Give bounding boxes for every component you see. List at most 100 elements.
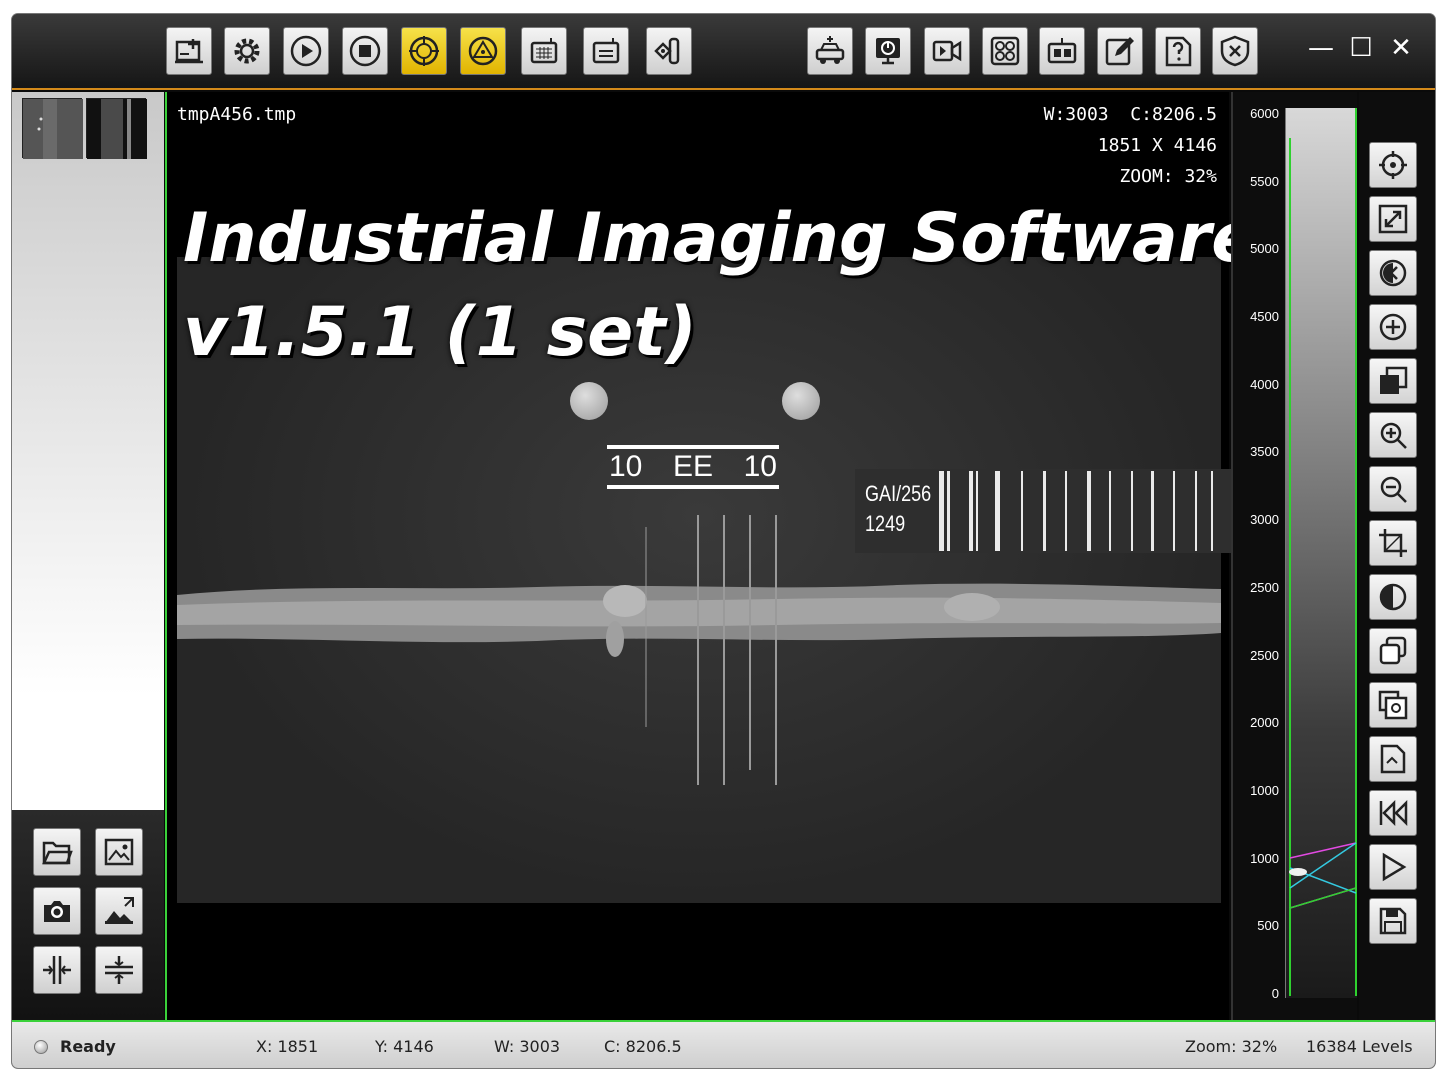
target-calibrate-button[interactable] <box>401 27 447 75</box>
exit-button[interactable] <box>1212 27 1258 75</box>
rotate-button[interactable] <box>1369 250 1417 296</box>
histogram-tick-label: 0 <box>1271 986 1279 1001</box>
help-button[interactable] <box>1155 27 1201 75</box>
location-marker <box>782 382 820 420</box>
video-icon <box>932 40 962 62</box>
detector-panel-button[interactable] <box>583 27 629 75</box>
barcode-bar <box>1131 471 1133 551</box>
vehicle-scan-icon <box>815 36 845 64</box>
xray-tube-icon <box>654 37 680 65</box>
minimize-button[interactable]: — <box>1306 34 1336 62</box>
overlay-title: Industrial Imaging Software v1.5.1 (1 se… <box>183 192 1257 380</box>
detector-grid-button[interactable] <box>521 27 567 75</box>
histogram-tick-label: 2500 <box>1250 579 1279 595</box>
thumbnail-image <box>87 99 147 159</box>
barcode-bar <box>976 471 978 551</box>
copy-settings-icon <box>1378 690 1408 720</box>
camera-icon <box>44 901 70 922</box>
settings-button[interactable] <box>224 27 270 75</box>
settings-icon <box>234 38 260 64</box>
histogram-panel[interactable]: 6000 5500 5000 4500 4000 3500 3000 2500 2500 2000… <box>1231 92 1357 1020</box>
zoom-in-icon <box>1380 422 1407 449</box>
open-folder-button[interactable] <box>33 828 81 876</box>
status-bar: Ready X: 1851 Y: 4146 W: 3003 C: 8206.5 … <box>12 1020 1435 1068</box>
edit-icon <box>1105 37 1134 66</box>
histogram-curves <box>1289 108 1357 996</box>
detector-panel-icon <box>592 38 620 64</box>
crop-button[interactable] <box>1369 520 1417 566</box>
barcode-bar <box>995 471 1000 551</box>
image-viewer[interactable]: tmpA456.tmp W:3003 C:8206.5 1851 X 4146 … <box>165 92 1257 1020</box>
acquire-button[interactable] <box>166 27 212 75</box>
image-export-button[interactable] <box>95 887 143 935</box>
play-icon <box>1382 852 1407 882</box>
barcode-bar <box>969 471 973 551</box>
play-forward-button[interactable] <box>1369 844 1417 890</box>
help-icon <box>1165 36 1192 67</box>
xray-tube-button[interactable] <box>646 27 692 75</box>
barcode-bar <box>947 471 950 551</box>
play-icon <box>290 35 322 67</box>
copy-button[interactable] <box>1369 628 1417 674</box>
status-levels: 16384 Levels <box>1306 1037 1413 1056</box>
status-c: C: 8206.5 <box>604 1037 682 1056</box>
zoom-out-button[interactable] <box>1369 466 1417 512</box>
histogram-tick-label: 500 <box>1257 918 1279 934</box>
app-window: — ☐ ✕ tmpA456.tmp W:3003 C:8206.5 1851 X… <box>12 14 1435 1068</box>
add-button[interactable] <box>1369 304 1417 350</box>
maximize-button[interactable]: ☐ <box>1346 34 1376 62</box>
status-y: Y: 4146 <box>375 1037 434 1056</box>
iqi-wire <box>775 515 777 785</box>
status-w: W: 3003 <box>494 1037 561 1056</box>
copy-settings-button[interactable] <box>1369 682 1417 728</box>
image-export-icon <box>105 897 134 924</box>
stop-button[interactable] <box>342 27 388 75</box>
barcode-bar <box>1043 471 1046 551</box>
thumbnail-1[interactable] <box>22 98 83 159</box>
thumbnail-2[interactable] <box>86 98 147 159</box>
barcode-bar <box>1021 471 1023 551</box>
split-horizontal-button[interactable] <box>95 946 143 994</box>
play-button[interactable] <box>283 27 329 75</box>
thumbnail-panel <box>12 92 164 1020</box>
weld-seam-graphic <box>177 583 1221 657</box>
histogram-tick-label: 5500 <box>1250 173 1279 189</box>
device-settings-button[interactable] <box>1039 27 1085 75</box>
window-center-readout: W:3003 C:8206.5 <box>1043 104 1217 125</box>
status-x: X: 1851 <box>256 1037 319 1056</box>
copy-icon <box>1379 636 1407 665</box>
exit-icon <box>1220 35 1250 67</box>
alert-calibrate-icon <box>468 36 498 66</box>
camera-button[interactable] <box>33 887 81 935</box>
close-button[interactable]: ✕ <box>1386 34 1416 62</box>
file-name: tmpA456.tmp <box>177 104 297 125</box>
split-vertical-button[interactable] <box>33 946 81 994</box>
layers-button[interactable] <box>1369 358 1417 404</box>
edit-button[interactable] <box>1097 27 1143 75</box>
multi-view-button[interactable] <box>982 27 1028 75</box>
zoom-in-button[interactable] <box>1369 412 1417 458</box>
add-icon <box>1379 313 1407 341</box>
vehicle-scan-button[interactable] <box>807 27 853 75</box>
image-button[interactable] <box>95 828 143 876</box>
contrast-button[interactable] <box>1369 574 1417 620</box>
toolbar: — ☐ ✕ <box>12 14 1435 90</box>
rewind-button[interactable] <box>1369 790 1417 836</box>
histogram-tick-label: 5000 <box>1250 241 1279 257</box>
zoom-out-icon <box>1380 476 1407 503</box>
contrast-icon <box>1379 583 1407 611</box>
fit-window-button[interactable] <box>1369 196 1417 242</box>
histogram-bar <box>1285 108 1357 998</box>
power-monitor-button[interactable] <box>865 27 911 75</box>
alert-calibrate-button[interactable] <box>460 27 506 75</box>
barcode-bar <box>939 471 944 551</box>
histogram-tick-label: 4000 <box>1250 376 1279 392</box>
barcode-bar <box>1109 471 1111 551</box>
crop-icon <box>1379 529 1407 557</box>
crosshair-button[interactable] <box>1369 142 1417 188</box>
status-text: Ready <box>60 1037 116 1056</box>
save-button[interactable] <box>1369 898 1417 944</box>
document-button[interactable] <box>1369 736 1417 782</box>
iqi-wire <box>723 515 725 785</box>
video-button[interactable] <box>924 27 970 75</box>
